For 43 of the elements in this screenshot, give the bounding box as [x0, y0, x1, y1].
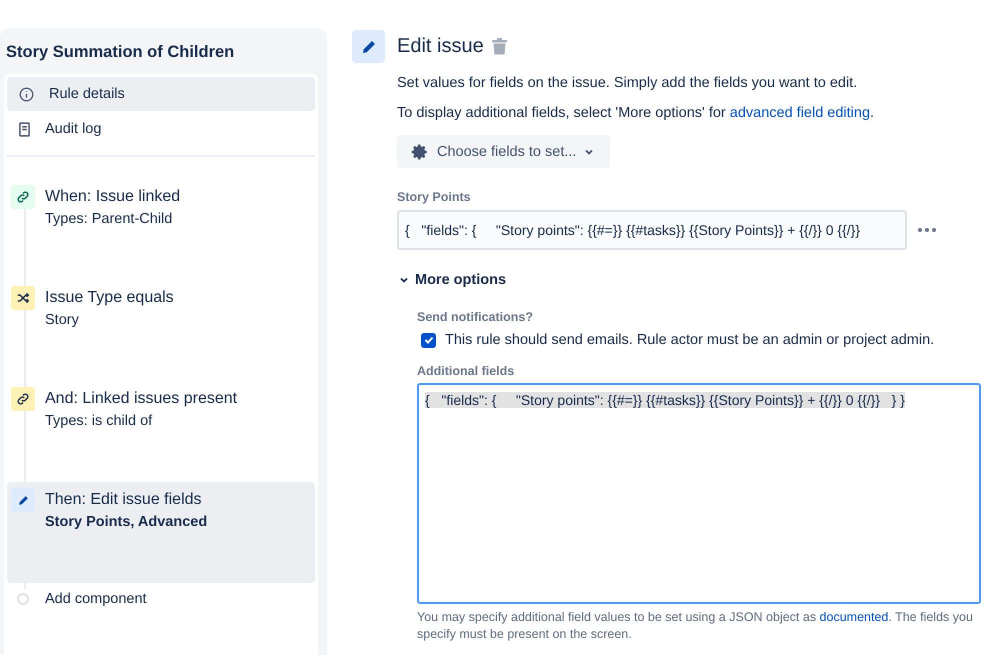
rule-title: Story Summation of Children: [5, 42, 236, 63]
step-subtitle: Story Points, Advanced: [45, 514, 208, 530]
shuffle-icon: [16, 291, 30, 305]
link-icon: [16, 190, 30, 204]
checkbox[interactable]: [421, 332, 436, 348]
choose-fields-button[interactable]: Choose fields to set...: [397, 135, 610, 168]
more-icon[interactable]: [917, 227, 937, 233]
rule-step[interactable]: When: Issue linked Types: Parent-Child: [7, 179, 315, 280]
pencil-icon: [16, 494, 30, 506]
rule-step[interactable]: Issue Type equals Story: [7, 280, 315, 381]
help-text: You may specify additional field values to be set using a JSON object as documented. The fields you specify must be present on the screen.: [417, 609, 974, 643]
sidebar-item[interactable]: Audit log: [7, 112, 315, 146]
step-title: And: Linked issues present: [45, 389, 238, 409]
pencil-icon: [352, 30, 385, 63]
step-title: Issue Type equals: [45, 288, 174, 308]
step-subtitle: Types: Parent-Child: [45, 211, 174, 227]
step-title: When: Issue linked: [45, 187, 180, 207]
add-component-item[interactable]: Add component: [7, 583, 315, 643]
step-subtitle: Story: [45, 312, 80, 328]
step-dot-icon: [17, 593, 29, 605]
story-points-field[interactable]: { "fields": { "Story points": {{#=}} {{#tasks}} {{Story Points}} + {{/}} 0 {{/}}: [397, 210, 907, 250]
rule-step[interactable]: Then: Edit issue fields Story Points, Advanced: [7, 482, 315, 583]
description-text: To display additional fields, select 'More options' for advanced field editing.: [397, 105, 876, 121]
rule-step[interactable]: And: Linked issues present Types: is child of: [7, 381, 315, 482]
description-text: Set values for fields on the issue. Simply add the fields you want to edit.: [397, 75, 858, 91]
additional-fields-textarea[interactable]: { "fields": { "Story points": {{#=}} {{#tasks}} {{Story Points}} + {{/}} 0 {{/}} } }: [417, 383, 981, 604]
link[interactable]: advanced field editing: [730, 105, 870, 121]
info-icon: [19, 86, 34, 102]
settings-icon: [411, 142, 429, 160]
more-options-toggle[interactable]: More options: [397, 272, 506, 288]
step-title: Then: Edit issue fields: [45, 490, 203, 510]
checkbox-label: This rule should send emails. Rule actor must be an admin or project admin.: [445, 332, 934, 348]
step-subtitle: Types: is child of: [45, 413, 154, 429]
chevron-icon: [399, 275, 409, 285]
checkmark-icon: [424, 335, 434, 345]
field-label: Additional fields: [417, 364, 516, 378]
editor-title: Edit issue: [397, 35, 484, 58]
sidebar-item[interactable]: Rule details: [7, 77, 315, 111]
field-label: Send notifications?: [417, 310, 534, 324]
link[interactable]: documented: [820, 610, 888, 624]
field-label: Story Points: [397, 190, 472, 204]
link-icon: [16, 392, 30, 406]
document-icon: [19, 122, 30, 136]
